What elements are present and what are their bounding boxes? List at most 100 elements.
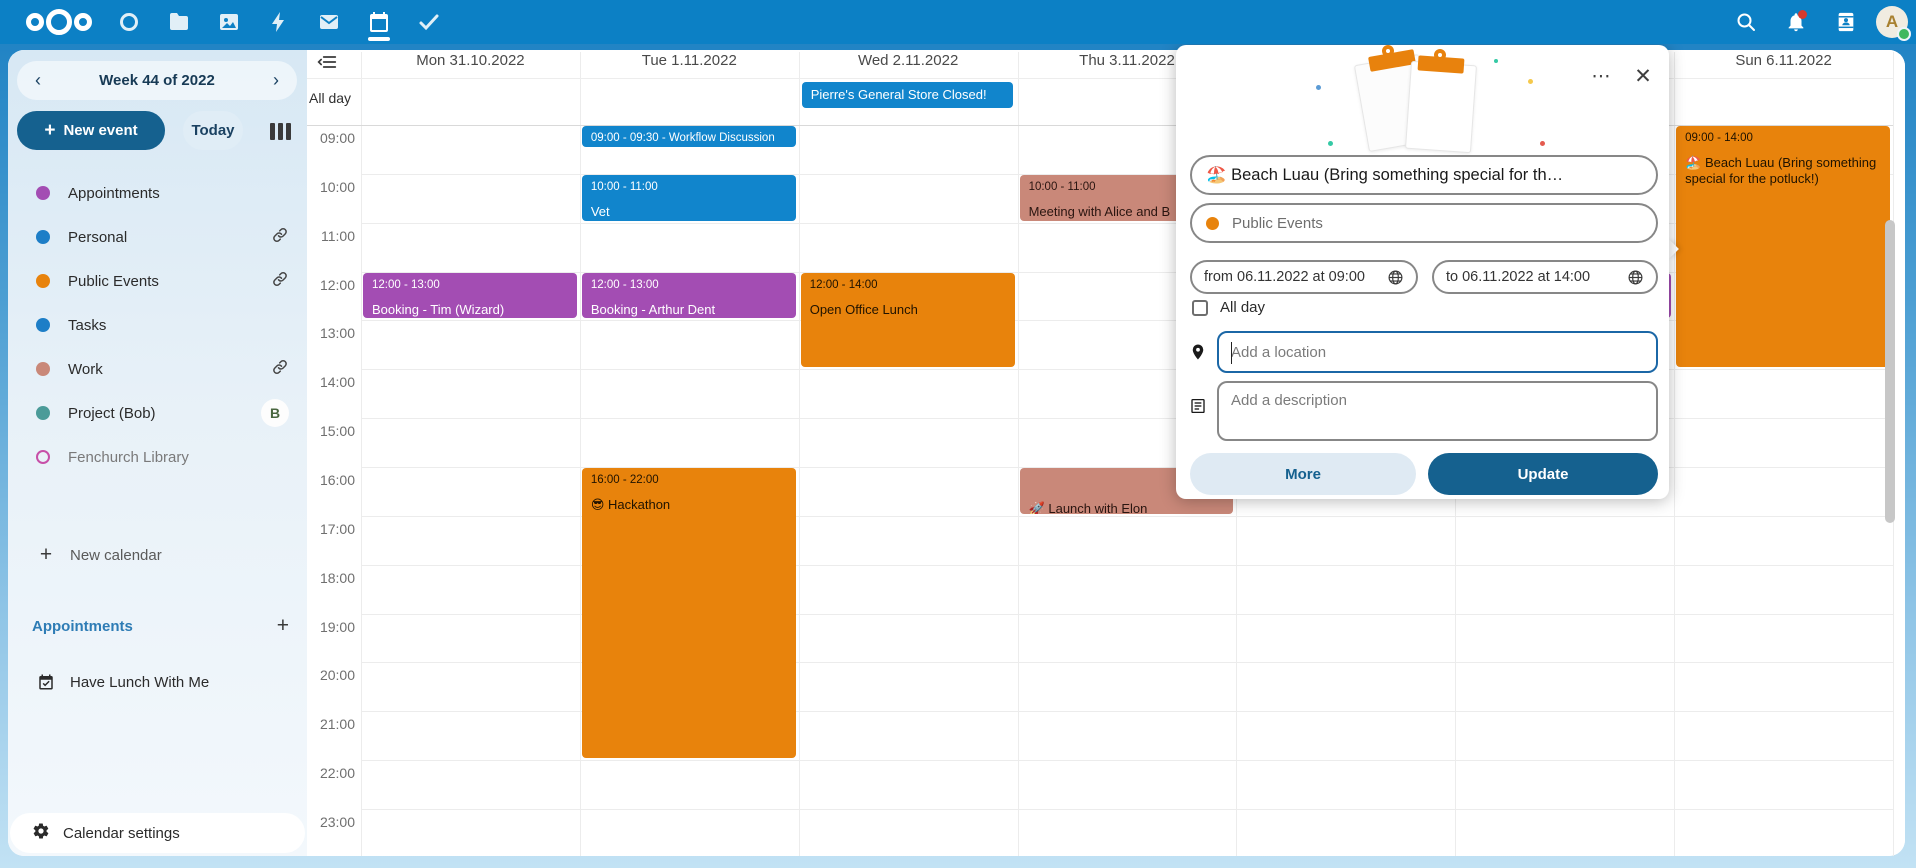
calendar-event-vet[interactable]: 10:00 - 11:00Vet: [582, 175, 796, 221]
hour-label: 20:00: [307, 667, 355, 683]
calendar-color-dot[interactable]: [36, 450, 50, 464]
week-navigation: ‹ Week 44 of 2022 ›: [17, 61, 297, 100]
app-calendar-icon[interactable]: [354, 0, 404, 44]
notification-badge: [1798, 10, 1807, 19]
calendar-color-dot[interactable]: [36, 274, 50, 288]
calendar-event-beach-luau-bring-something-special-for-the-potluck[interactable]: 09:00 - 14:00🏖️ Beach Luau (Bring someth…: [1676, 126, 1890, 367]
event-title: 🏖️ Beach Luau (Bring something special f…: [1685, 155, 1886, 187]
popover-close-icon[interactable]: ✕: [1626, 59, 1660, 93]
week-label: Week 44 of 2022: [99, 72, 215, 89]
vertical-scrollbar[interactable]: [1885, 220, 1895, 523]
appointment-config-have-lunch[interactable]: Have Lunch With Me: [16, 660, 299, 704]
top-bar: A: [0, 0, 1916, 44]
view-columns-icon[interactable]: [266, 119, 294, 143]
share-link-icon[interactable]: [271, 358, 289, 381]
popover-actions-menu-button[interactable]: ⋯: [1584, 59, 1618, 93]
update-button[interactable]: Update: [1428, 453, 1658, 495]
more-button[interactable]: More: [1190, 453, 1416, 495]
shared-by-avatar: B: [261, 399, 289, 427]
calendar-event-open-office-lunch[interactable]: 12:00 - 14:00Open Office Lunch: [801, 273, 1015, 368]
app-photos-icon[interactable]: [204, 0, 254, 44]
column-gridline: [1674, 52, 1675, 856]
hour-label: 15:00: [307, 423, 355, 439]
column-gridline: [799, 52, 800, 856]
share-link-icon[interactable]: [271, 270, 289, 293]
hour-label: 10:00: [307, 179, 355, 195]
start-datetime-field[interactable]: from 06.11.2022 at 09:00: [1190, 260, 1418, 294]
app-mail-icon[interactable]: [304, 0, 354, 44]
sidebar-calendar-appointments[interactable]: Appointments: [16, 171, 299, 215]
hour-label: 18:00: [307, 570, 355, 586]
add-appointment-config-button[interactable]: +: [277, 614, 289, 638]
avatar-letter: A: [1886, 12, 1898, 32]
timezone-globe-icon[interactable]: [1387, 269, 1404, 286]
end-datetime-field[interactable]: to 06.11.2022 at 14:00: [1432, 260, 1658, 294]
nextcloud-logo[interactable]: [24, 8, 94, 36]
calendar-check-icon: [36, 673, 56, 691]
event-title-input[interactable]: [1206, 166, 1642, 185]
calendar-color-dot[interactable]: [36, 362, 50, 376]
app-activity-icon[interactable]: [254, 0, 304, 44]
close-navigation-icon[interactable]: [317, 53, 337, 76]
hour-label: 21:00: [307, 716, 355, 732]
event-time: 10:00 - 11:00: [591, 180, 792, 195]
sidebar-calendar-fenchurch-library[interactable]: Fenchurch Library: [16, 435, 299, 479]
share-link-icon[interactable]: [271, 226, 289, 249]
all-day-checkbox[interactable]: [1192, 300, 1208, 316]
sidebar-calendar-tasks[interactable]: Tasks: [16, 303, 299, 347]
avatar[interactable]: A: [1876, 6, 1908, 38]
all-day-toggle[interactable]: All day: [1192, 299, 1265, 316]
hour-label: 23:00: [307, 814, 355, 830]
calendar-color-dot[interactable]: [36, 318, 50, 332]
event-title: Booking - Tim (Wizard): [372, 302, 573, 318]
sidebar-calendar-personal[interactable]: Personal: [16, 215, 299, 259]
calendar-color-dot[interactable]: [36, 186, 50, 200]
app-tasks-icon[interactable]: [404, 0, 454, 44]
day-header-2: Tue 1.11.2022: [580, 52, 799, 76]
sidebar-calendar-work[interactable]: Work: [16, 347, 299, 391]
timezone-globe-icon[interactable]: [1627, 269, 1644, 286]
hour-label: 12:00: [307, 277, 355, 293]
search-icon[interactable]: [1726, 2, 1766, 42]
description-input[interactable]: [1219, 383, 1656, 439]
status-online-dot: [1897, 27, 1911, 41]
calendar-label: Public Events: [68, 273, 271, 290]
calendar-event-booking-arthur-dent[interactable]: 12:00 - 13:00Booking - Arthur Dent: [582, 273, 796, 319]
new-calendar-button[interactable]: + New calendar: [16, 533, 299, 577]
contacts-icon[interactable]: [1826, 2, 1866, 42]
calendar-label: Personal: [68, 229, 271, 246]
sidebar-calendar-project-bob-[interactable]: Project (Bob)B: [16, 391, 299, 435]
event-time: 09:00 - 09:30 - Workflow Discussion: [591, 131, 792, 146]
hour-label: 13:00: [307, 325, 355, 341]
calendar-event-booking-tim-wizard[interactable]: 12:00 - 13:00Booking - Tim (Wizard): [363, 273, 577, 319]
gear-icon: [32, 822, 50, 845]
event-title-field[interactable]: [1190, 155, 1658, 195]
calendar-event-hackathon[interactable]: 16:00 - 22:00😎 Hackathon: [582, 468, 796, 758]
location-field[interactable]: [1217, 331, 1658, 373]
today-button[interactable]: Today: [183, 111, 243, 150]
hour-label: 09:00: [307, 130, 355, 146]
event-time: 12:00 - 14:00: [810, 278, 1011, 293]
calendar-settings-button[interactable]: Calendar settings: [10, 813, 305, 853]
calendar-color-dot[interactable]: [36, 230, 50, 244]
sidebar-calendar-public-events[interactable]: Public Events: [16, 259, 299, 303]
calendar-sidebar: ‹ Week 44 of 2022 › + New event Today Ap…: [8, 50, 307, 856]
calendar-picker-value: Public Events: [1232, 215, 1323, 232]
description-field[interactable]: [1217, 381, 1658, 441]
calendar-picker[interactable]: Public Events: [1190, 203, 1658, 243]
notifications-bell-icon[interactable]: [1776, 2, 1816, 42]
location-input[interactable]: [1231, 344, 1644, 361]
previous-week-button[interactable]: ‹: [23, 66, 53, 96]
event-time: 12:00 - 13:00: [591, 278, 792, 293]
calendar-label: Project (Bob): [68, 405, 261, 422]
hour-label: 19:00: [307, 619, 355, 635]
app-files-icon[interactable]: [154, 0, 204, 44]
new-event-button[interactable]: + New event: [17, 111, 165, 150]
app-dashboard-icon[interactable]: [104, 0, 154, 44]
allday-event[interactable]: Pierre's General Store Closed!: [802, 82, 1013, 108]
calendar-event[interactable]: 09:00 - 09:30 - Workflow Discussion: [582, 126, 796, 147]
day-header-1: Mon 31.10.2022: [361, 52, 580, 76]
next-week-button[interactable]: ›: [261, 66, 291, 96]
calendar-color-dot[interactable]: [36, 406, 50, 420]
event-title: 🚀 Launch with Elon: [1029, 501, 1230, 514]
